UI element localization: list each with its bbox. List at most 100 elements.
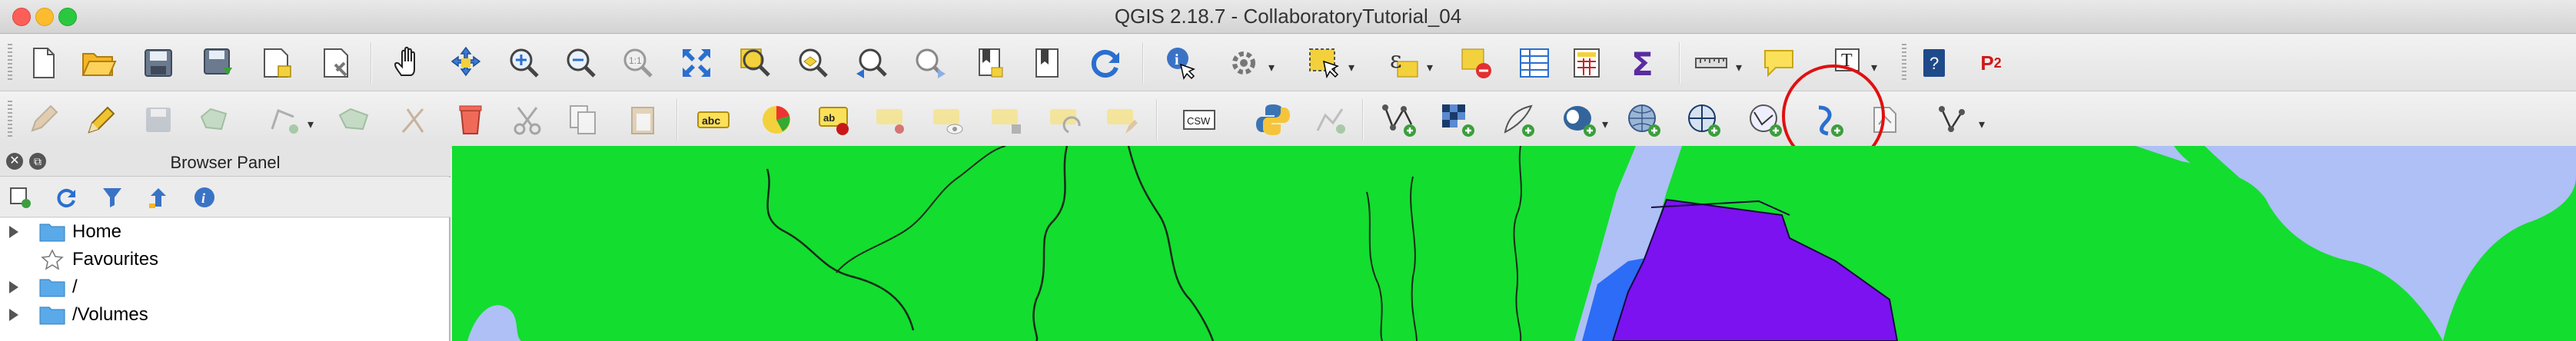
identify-icon[interactable]: i [1156,41,1202,84]
window-title: QGIS 2.18.7 - CollaboratoryTutorial_04 [1114,5,1462,28]
svg-text:i: i [1175,51,1179,68]
tree-item-home[interactable]: Home [0,218,449,246]
add-raster-layer-icon[interactable] [1434,98,1481,141]
show-hide-labels-icon[interactable] [926,98,972,141]
open-attribute-table-icon[interactable] [1511,41,1557,84]
add-selected-layers-icon[interactable] [5,184,35,211]
svg-text:Σ: Σ [1631,45,1654,81]
statistical-summary-icon[interactable]: Σ [1620,41,1667,84]
zoom-in-icon[interactable] [501,41,547,84]
move-feature-icon[interactable] [261,98,307,141]
select-features-icon[interactable] [1301,41,1347,84]
tree-item-favourites[interactable]: Favourites [0,246,449,273]
chevron-down-icon[interactable]: ▾ [1871,60,1877,75]
map-tips-icon[interactable] [1756,41,1802,84]
toolbar-grip[interactable] [8,101,12,139]
tree-item-label: Home [72,221,122,242]
pan-icon[interactable] [384,41,430,84]
zoom-to-layer-icon[interactable] [790,41,836,84]
panel-title: Browser Panel [170,153,281,172]
help-icon[interactable]: ? [1911,41,1957,84]
node-tool-icon[interactable] [392,98,438,141]
tree-item-label: /Volumes [72,304,148,325]
change-label-icon[interactable] [1099,98,1145,141]
new-print-composer-icon[interactable] [254,41,300,84]
new-project-icon[interactable] [20,41,66,84]
star-icon [41,249,64,270]
toolbar-grip[interactable] [1902,44,1906,82]
move-label-icon[interactable] [984,98,1030,141]
svg-text:ε: ε [1390,47,1402,74]
chevron-down-icon[interactable]: ▾ [1427,60,1433,75]
collapse-all-icon[interactable] [143,184,174,211]
new-bookmark-icon[interactable] [967,41,1013,84]
toolbar-grip[interactable] [8,44,12,82]
new-temporary-layer-icon[interactable] [1933,98,1979,141]
refresh-icon[interactable] [1082,41,1128,84]
tree-item-volumes[interactable]: /Volumes [0,301,449,329]
chevron-down-icon[interactable]: ▾ [1268,60,1275,75]
python-console-icon[interactable] [1250,98,1296,141]
georeferencer-icon[interactable] [1307,98,1353,141]
show-bookmarks-icon[interactable] [1024,41,1070,84]
select-by-expression-icon[interactable]: ε [1381,41,1427,84]
save-edits-icon[interactable] [135,98,181,141]
zoom-last-icon[interactable] [849,41,895,84]
chevron-down-icon[interactable]: ▾ [1348,60,1354,75]
add-vector-layer-icon[interactable] [1376,98,1422,141]
expand-arrow-icon[interactable] [9,281,18,293]
map-render[interactable] [452,146,2576,341]
refresh-icon[interactable] [51,184,81,211]
run-action-icon[interactable] [1221,41,1267,84]
p2-label: P [1980,51,1994,74]
pin-labels-icon[interactable]: ab [812,98,858,141]
zoom-out-icon[interactable] [558,41,604,84]
chevron-down-icon[interactable]: ▾ [1979,117,1985,132]
add-wms-icon[interactable] [1620,98,1667,141]
chevron-down-icon[interactable]: ▾ [307,117,314,132]
tree-item-root[interactable]: / [0,273,449,301]
add-postgis-icon[interactable] [1556,98,1602,141]
add-delimited-text-icon[interactable] [1494,98,1541,141]
composer-manager-icon[interactable] [314,41,360,84]
measure-icon[interactable] [1688,41,1734,84]
delete-selected-icon[interactable] [447,98,494,141]
paste-features-icon[interactable] [620,98,666,141]
add-wcs-icon[interactable] [1680,98,1727,141]
folder-icon [39,279,65,297]
node-tool-icon[interactable] [331,98,377,141]
add-feature-icon[interactable] [192,98,238,141]
copy-features-icon[interactable] [560,98,606,141]
filter-icon[interactable] [97,184,128,211]
zoom-to-selection-icon[interactable] [732,41,778,84]
toolbar-separator [1156,99,1158,141]
csw-label: CSW [1187,115,1211,127]
csw-icon[interactable]: CSW [1176,98,1222,141]
save-as-icon[interactable] [195,41,241,84]
zoom-native-icon[interactable]: 1:1 [615,41,661,84]
digitize-pencil-icon[interactable] [20,98,66,141]
expand-arrow-icon[interactable] [9,309,18,321]
pan-to-selection-icon[interactable] [443,41,489,84]
chevron-down-icon[interactable]: ▾ [1736,60,1742,75]
cut-features-icon[interactable] [504,98,550,141]
add-wfs-icon[interactable] [1742,98,1788,141]
save-project-icon[interactable] [135,41,181,84]
layer-labeling-icon[interactable]: abc [690,98,736,141]
layer-diagram-icon[interactable] [753,98,799,141]
toggle-editing-icon[interactable] [77,98,123,141]
chevron-down-icon[interactable]: ▾ [1602,117,1608,132]
rotate-label-icon[interactable] [1042,98,1089,141]
map-canvas[interactable] [452,146,2576,341]
svg-text:?: ? [1930,54,1939,73]
expand-arrow-icon[interactable] [9,226,18,238]
field-calculator-icon[interactable] [1564,41,1610,84]
open-project-icon[interactable] [75,41,121,84]
deselect-icon[interactable] [1453,41,1499,84]
svg-text:i: i [201,190,205,206]
zoom-next-icon[interactable] [907,41,953,84]
plugin-p2-icon[interactable]: P 2 [1968,41,2014,84]
highlight-pinned-icon[interactable] [869,98,915,141]
info-icon[interactable]: i [189,184,220,211]
zoom-full-icon[interactable] [673,41,720,84]
